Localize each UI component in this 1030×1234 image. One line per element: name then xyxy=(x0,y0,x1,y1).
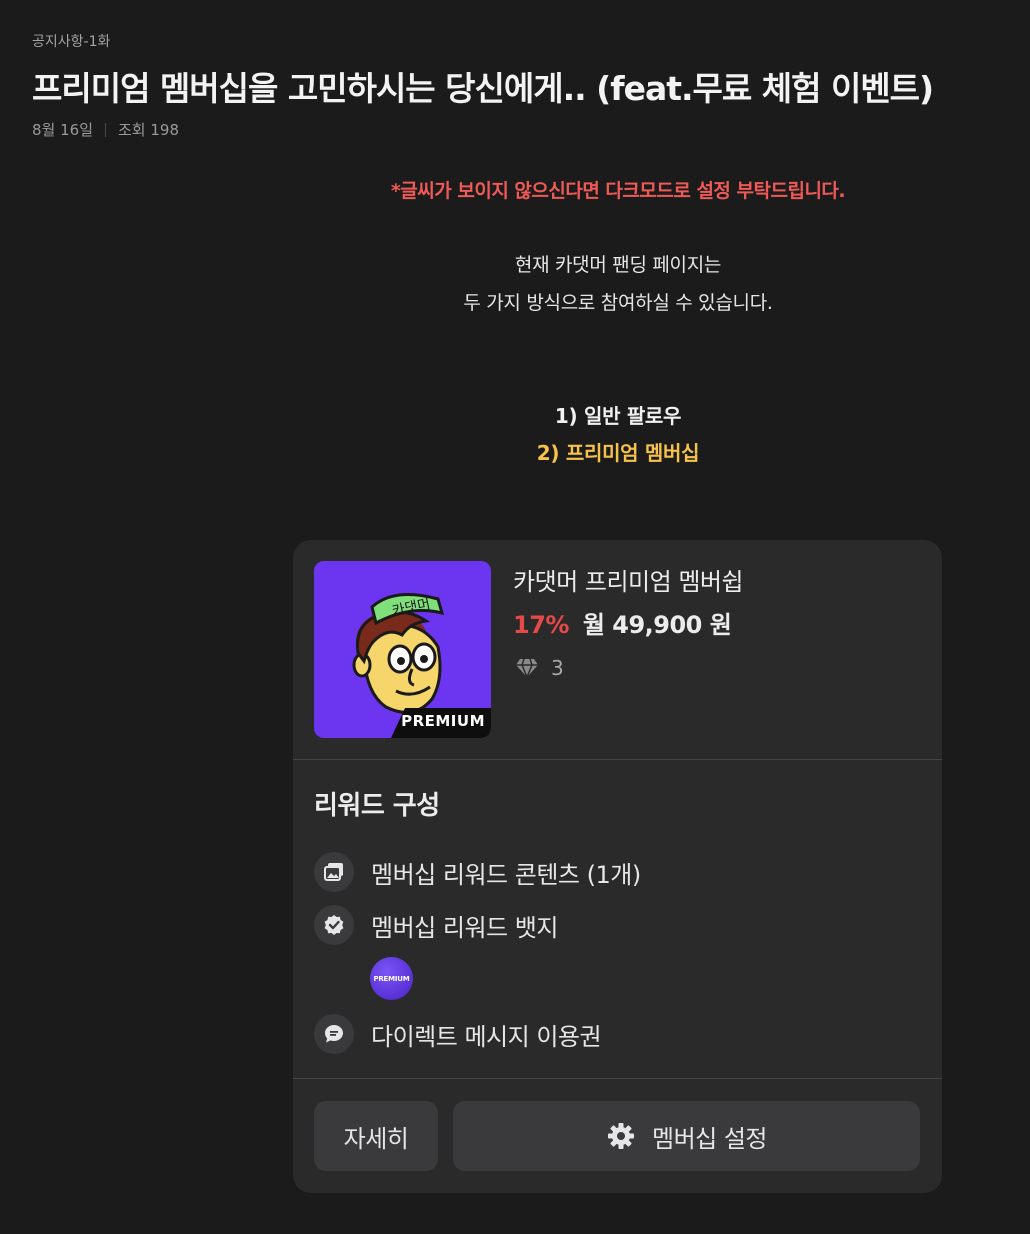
post-page: 공지사항-1화 프리미엄 멤버십을 고민하시는 당신에게.. (feat.무료 … xyxy=(0,0,1030,1234)
intro-line-1: 현재 카댓머 팬딩 페이지는 xyxy=(514,254,722,276)
detail-button[interactable]: 자세히 xyxy=(314,1101,438,1171)
post-meta: 8월 16일 조회 198 xyxy=(32,119,179,140)
option-premium: 2) 프리미엄 멤버십 xyxy=(536,441,700,465)
intro-line-2: 두 가지 방식으로 참여하실 수 있습니다. xyxy=(463,292,773,314)
card-divider-bottom xyxy=(293,1078,942,1079)
gear-icon xyxy=(607,1123,634,1149)
reward-label: 멤버십 리워드 뱃지 xyxy=(371,913,558,942)
card-divider-top xyxy=(293,759,942,760)
reward-label: 멤버십 리워드 콘텐츠 (1개) xyxy=(371,860,641,889)
discount-percent: 17% xyxy=(513,611,569,639)
gem-count: 3 xyxy=(551,656,564,680)
settings-button-label: 멤버십 설정 xyxy=(651,1124,768,1153)
monthly-price: 월 49,900 원 xyxy=(582,611,732,639)
reward-item-badge: 멤버십 리워드 뱃지 xyxy=(314,905,558,945)
membership-thumbnail[interactable]: 카댓머 PREMIUM xyxy=(314,561,491,738)
meta-divider xyxy=(105,122,106,137)
gallery-icon xyxy=(314,852,354,892)
membership-price: 17% 월 49,900 원 xyxy=(513,605,732,640)
darkmode-notice: *글씨가 보이지 않으신다면 다크모드로 설정 부탁드립니다. xyxy=(390,180,846,202)
reward-item-content: 멤버십 리워드 콘텐츠 (1개) xyxy=(314,852,641,892)
post-category[interactable]: 공지사항-1화 xyxy=(32,31,110,51)
premium-banner-label: PREMIUM xyxy=(401,712,485,730)
post-views: 조회 198 xyxy=(118,121,179,139)
option-follow: 1) 일반 팔로우 xyxy=(554,404,682,428)
premium-badge-icon: PREMIUM xyxy=(370,957,413,1000)
membership-settings-button[interactable]: 멤버십 설정 xyxy=(453,1101,920,1171)
membership-name: 카댓머 프리미엄 멤버쉽 xyxy=(513,568,744,596)
gem-count-row: 3 xyxy=(515,656,564,680)
verified-check-icon xyxy=(314,905,354,945)
rewards-title: 리워드 구성 xyxy=(314,791,440,821)
membership-card: 카댓머 PREMIUM 카댓머 프리미엄 멤버쉽 17% 월 49,900 원 xyxy=(293,540,942,1193)
post-title: 프리미엄 멤버십을 고민하시는 당신에게.. (feat.무료 체험 이벤트) xyxy=(32,69,934,108)
reward-label: 다이렉트 메시지 이용권 xyxy=(371,1022,602,1051)
reward-item-dm: 다이렉트 메시지 이용권 xyxy=(314,1014,602,1054)
diamond-icon xyxy=(516,658,538,678)
post-date: 8월 16일 xyxy=(32,121,93,139)
chat-bubble-icon xyxy=(314,1014,354,1054)
